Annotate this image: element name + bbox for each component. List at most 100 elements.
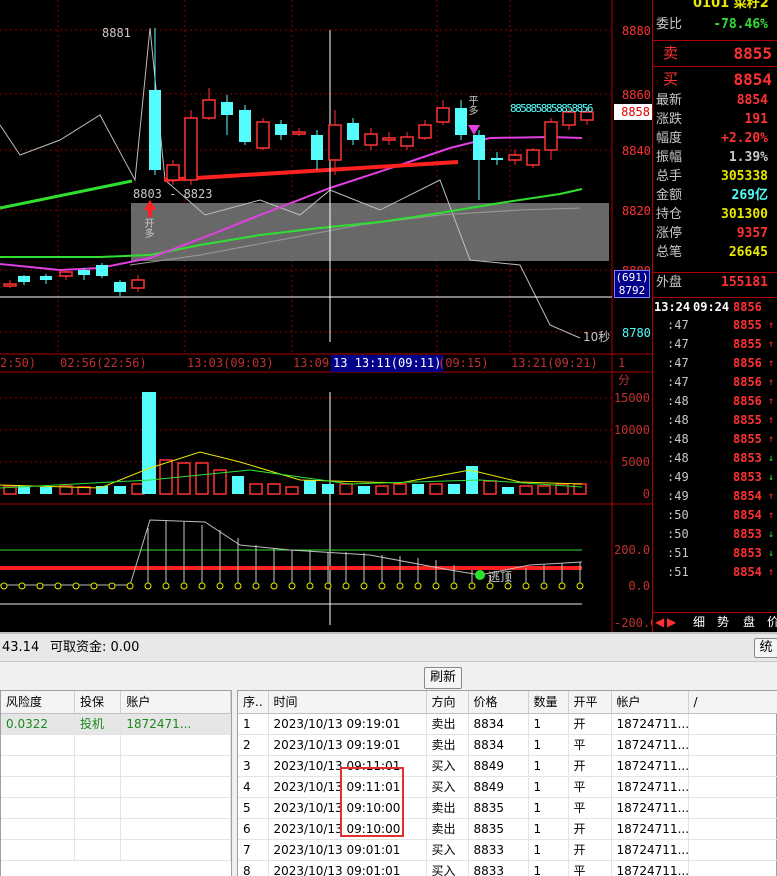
quote-label: 买	[663, 70, 679, 88]
candle	[96, 265, 108, 276]
quote-value: 8854	[733, 70, 772, 89]
quote-label: 持仓	[656, 207, 683, 222]
candle	[78, 270, 90, 275]
candle	[202, 99, 216, 119]
tick-row: :51 8854 ↑	[653, 563, 777, 582]
volume-bar	[249, 483, 263, 495]
candle	[328, 124, 342, 161]
table-row[interactable]: 2 2023/10/13 09:19:01 卖出 8834 1 平 18724711...	[238, 734, 777, 756]
arrow-up-icon: ↑	[768, 320, 775, 331]
tab-price[interactable]: 价	[767, 613, 777, 631]
table-row[interactable]: 0.0322 投机 1872471...	[1, 713, 231, 735]
range-box	[131, 203, 609, 261]
tab-trend[interactable]: 势	[717, 613, 729, 631]
indicator-dot	[324, 582, 332, 590]
column-header[interactable]: 帐户	[611, 691, 689, 714]
table-row[interactable]: 8 2023/10/13 09:01:01 买入 8833 1 平 18724711...	[238, 860, 777, 876]
table-cell: 8849	[468, 755, 529, 777]
column-header[interactable]: /	[688, 691, 777, 714]
tick-row: :47 8855 ↑	[653, 335, 777, 354]
table-cell: 买入	[426, 839, 469, 861]
quote-label: 总手	[656, 169, 683, 184]
highlight-box	[340, 767, 404, 837]
chart-area[interactable]: 8881 8803 - 8823 开多 平多 8858858858858856 …	[0, 0, 657, 632]
column-header[interactable]: 数量	[528, 691, 569, 714]
table-cell: 平	[568, 776, 612, 798]
table-cell: 平	[568, 797, 612, 819]
indicator-dot	[18, 582, 26, 590]
volume-bar	[285, 486, 299, 495]
column-header[interactable]: 时间	[268, 691, 427, 714]
candle	[544, 121, 558, 151]
refresh-button[interactable]: 刷新	[424, 667, 462, 689]
indicator-dot	[144, 582, 152, 590]
tab-scroll-left[interactable]: ◀	[655, 613, 664, 631]
quote-value: 155181	[721, 275, 768, 290]
current-price-tag: 8858	[614, 104, 652, 120]
tick-row: :48 8853 ↓	[653, 449, 777, 468]
indicator-dot	[234, 582, 242, 590]
indicator-dot	[432, 582, 440, 590]
table-cell: 2	[238, 734, 269, 756]
volume-bar	[195, 462, 209, 495]
column-header[interactable]: 开平	[568, 691, 612, 714]
arrow-up-icon: ↑	[768, 377, 775, 388]
table-cell: 1	[528, 797, 569, 819]
table-cell: 8849	[468, 776, 529, 798]
tick-time: :51	[667, 565, 689, 579]
indicator-dot	[360, 582, 368, 590]
indicator-dot	[270, 582, 278, 590]
available-funds: 可取资金: 0.00	[50, 640, 140, 655]
indicator-dot	[558, 582, 566, 590]
column-header[interactable]: 投保	[74, 691, 122, 714]
quote-value: 301300	[721, 207, 768, 222]
tick-price: 8854	[733, 489, 762, 503]
indicator-dot	[0, 582, 8, 590]
column-header[interactable]: 序..	[238, 691, 269, 714]
tick-row: :49 8854 ↑	[653, 487, 777, 506]
tab-scroll-right[interactable]: ▶	[667, 613, 676, 631]
tab-book[interactable]: 盘	[743, 613, 755, 631]
volume-bar	[393, 483, 407, 495]
column-header[interactable]: 价格	[468, 691, 529, 714]
position-table: 风险度 投保 账户 0.0322 投机 1872471...	[0, 690, 232, 876]
table-cell: 卖出	[426, 797, 469, 819]
table-cell: 8833	[468, 860, 529, 876]
close-button[interactable]: 统	[754, 638, 777, 658]
quote-value: 191	[744, 112, 768, 127]
table-row[interactable]: 1 2023/10/13 09:19:01 卖出 8834 1 开 18724711...	[238, 713, 777, 735]
table-cell: 7	[238, 839, 269, 861]
candle	[59, 271, 73, 277]
table-cell: 0.0322	[1, 713, 75, 735]
indicator-dot	[90, 582, 98, 590]
table-row[interactable]: 7 2023/10/13 09:01:01 买入 8833 1 开 18724711...	[238, 839, 777, 861]
quote-label: 幅度	[656, 131, 683, 146]
tick-row: :48 8856 ↑	[653, 392, 777, 411]
tick-row: :49 8853 ↓	[653, 468, 777, 487]
table-cell: 1	[238, 713, 269, 735]
volume-bar	[142, 392, 156, 494]
candle	[418, 124, 432, 139]
table-row[interactable]: 6 2023/10/13 09:10:00 卖出 8835 1 开 18724711...	[238, 818, 777, 840]
tick-price: 8855	[733, 337, 762, 351]
volume-bar	[40, 487, 52, 494]
quote-row: 委比 -78.46%	[653, 15, 777, 34]
table-cell: 开	[568, 839, 612, 861]
volume-bar	[537, 485, 551, 495]
table-row[interactable]: 4 2023/10/13 09:11:01 买入 8849 1 平 18724711...	[238, 776, 777, 798]
table-row[interactable]: 5 2023/10/13 09:10:00 卖出 8835 1 平 18724711...	[238, 797, 777, 819]
quote-value: 8854	[736, 93, 768, 108]
quote-tabs: ◀ ▶ 细 势 盘 价	[653, 612, 777, 632]
indicator-dot	[522, 582, 530, 590]
candle	[473, 135, 485, 160]
table-cell: 3	[238, 755, 269, 777]
column-header[interactable]: 风险度	[1, 691, 75, 714]
indicator-dot	[198, 582, 206, 590]
column-header[interactable]: 方向	[426, 691, 469, 714]
indicator-dot	[72, 582, 80, 590]
table-row[interactable]: 3 2023/10/13 09:11:01 买入 8849 1 开 18724711...	[238, 755, 777, 777]
column-header[interactable]: 账户	[120, 691, 231, 714]
tick-row: :50 8854 ↑	[653, 506, 777, 525]
quote-row: 涨跌 191	[653, 110, 777, 129]
tab-detail[interactable]: 细	[693, 613, 705, 631]
